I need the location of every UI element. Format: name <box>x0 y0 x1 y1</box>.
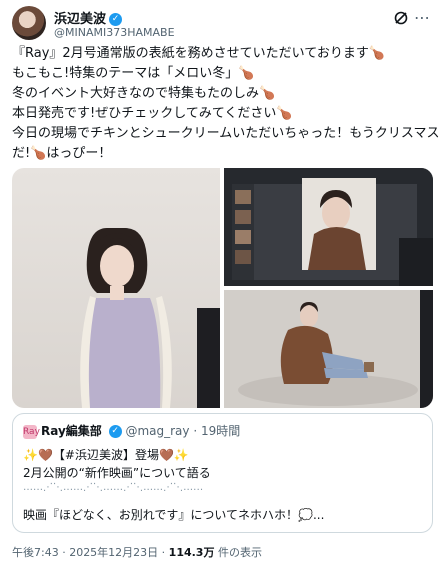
post-line: 冬のイベント大好きなので特集もたのしみ🍗 <box>12 86 276 101</box>
quoted-post-time[interactable]: · 19時間 <box>193 424 240 438</box>
quoted-post-header: RayRay編集部 ✓ @mag_ray · 19時間 <box>23 422 240 439</box>
grok-icon[interactable] <box>393 10 409 26</box>
post-line: だ!🍗はっぴー！ <box>12 146 112 161</box>
photo-fur-coat-illustration <box>224 290 433 408</box>
more-icon[interactable]: ⋯ <box>414 8 431 27</box>
quoted-author-name[interactable]: Ray編集部 <box>41 424 102 438</box>
quoted-line: 映画『ほどなく、お別れです』についてネホハホ！💭... <box>23 508 325 522</box>
photo-monitor-backstage[interactable] <box>224 168 433 286</box>
author-name-row[interactable]: 浜辺美波 ✓ <box>54 8 123 27</box>
post-footer: 午後7:43 · 2025年12月23日 · 114.3万 件の表示 <box>12 544 262 560</box>
author-handle[interactable]: @MINAMI373HAMABE <box>54 26 175 39</box>
post-line: 今日の現場でチキンとシュークリームいただいちゃった！もうクリスマス <box>12 126 440 141</box>
verified-badge-icon: ✓ <box>108 425 122 438</box>
view-count-label: 件の表示 <box>214 546 262 559</box>
photo-monitor-illustration <box>224 168 433 286</box>
view-count: 114.3万 <box>168 546 215 559</box>
photo-portrait-illustration <box>80 228 220 408</box>
quoted-line: 2月公開の“新作映画”について語る <box>23 466 211 480</box>
photo-portrait-knit[interactable] <box>12 168 220 408</box>
quoted-post[interactable]: RayRay編集部 ✓ @mag_ray · 19時間 ✨🤎【#浜辺美波】登場🤎… <box>12 413 433 533</box>
media-grid <box>12 168 433 408</box>
quoted-line: ‥‥‥⋰⋱‥‥‥⋰⋱‥‥‥⋰⋱‥‥‥⋰⋱‥‥‥ <box>23 482 204 493</box>
post-timestamp[interactable]: 午後7:43 · 2025年12月23日 · <box>12 546 169 559</box>
ray-logo-icon: Ray <box>23 424 40 439</box>
post-text: 『Ray』2月号通常版の表紙を務めさせていただいております🍗 もこもこ!特集のテ… <box>12 44 440 164</box>
verified-badge-icon: ✓ <box>109 13 123 26</box>
quoted-author-handle[interactable]: @mag_ray <box>125 424 189 438</box>
post-line: もこもこ!特集のテーマは「メロい冬」🍗 <box>12 66 255 81</box>
post-line: 『Ray』2月号通常版の表紙を務めさせていただいております🍗 <box>12 46 386 61</box>
author-name[interactable]: 浜辺美波 <box>54 12 106 27</box>
photo-fur-coat[interactable] <box>224 290 433 408</box>
post-header: 浜辺美波 ✓ @MINAMI373HAMABE ⋯ <box>12 6 433 42</box>
avatar[interactable] <box>12 6 46 40</box>
quoted-line: ✨🤎【#浜辺美波】登場🤎✨ <box>23 448 189 462</box>
post-line: 本日発売です!ぜひチェックしてみてください🍗 <box>12 106 293 121</box>
